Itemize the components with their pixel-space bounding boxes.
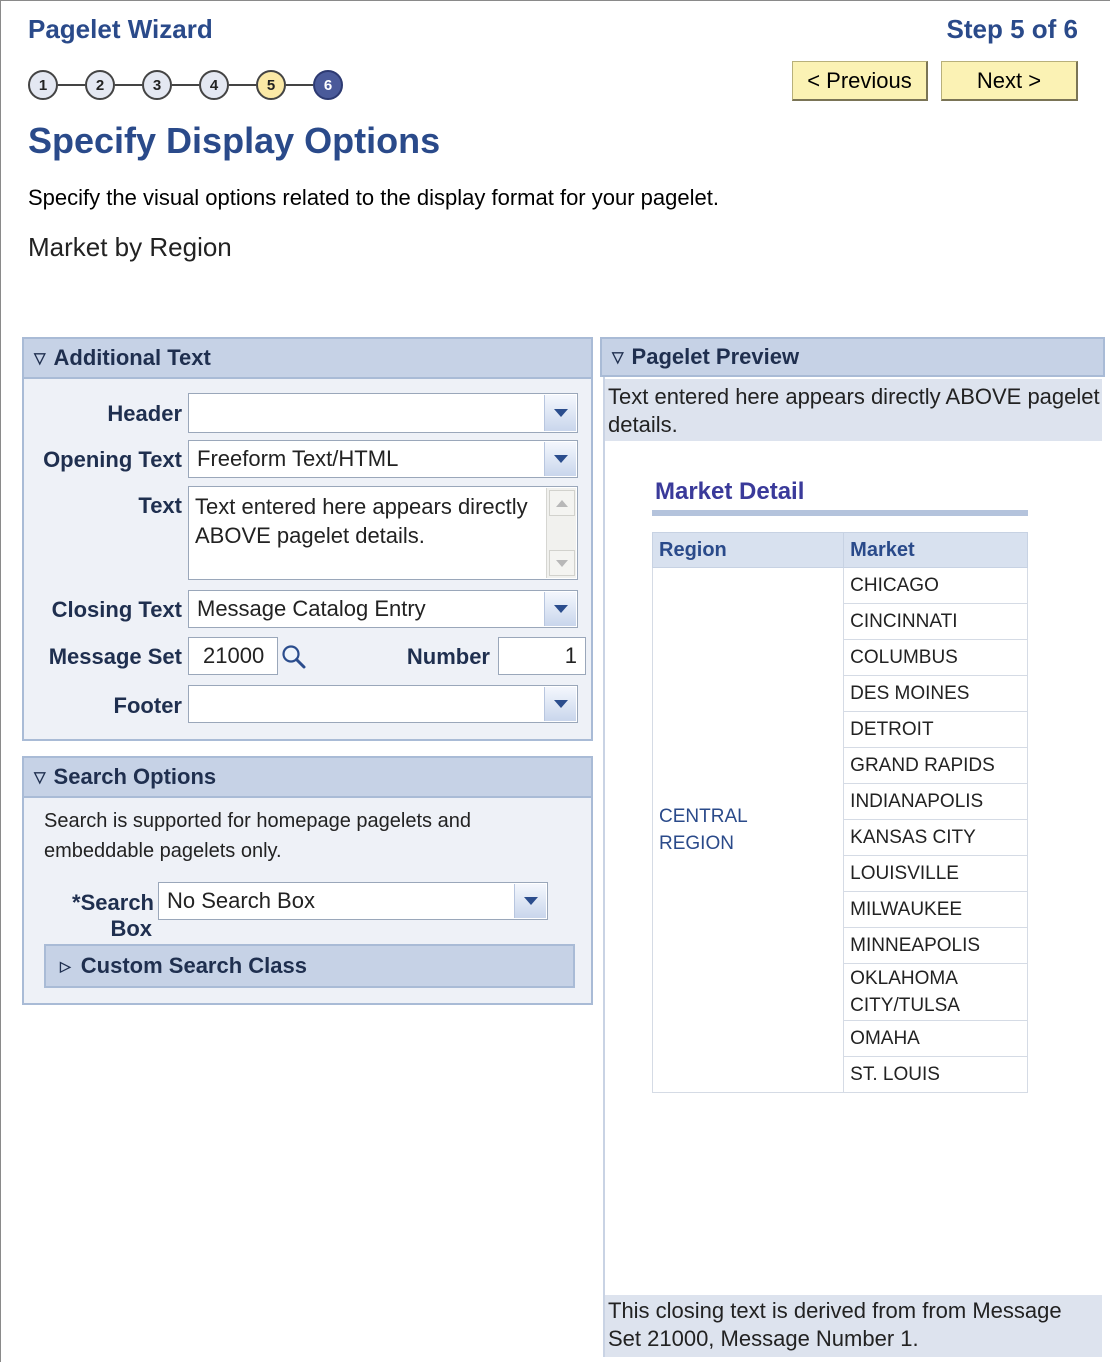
triangle-down-icon[interactable]: ▽	[34, 768, 46, 786]
closing-text-label: Closing Text	[51, 597, 182, 622]
step-indicator-text: Step 5 of 6	[946, 14, 1078, 44]
step-5-current: 5	[256, 70, 286, 100]
wizard-title: Pagelet Wizard	[28, 14, 213, 44]
additional-text-panel: ▽ Additional Text Header Opening Text Fr…	[22, 337, 593, 741]
search-box-select[interactable]: No Search Box	[158, 882, 548, 920]
step-connector	[229, 84, 256, 86]
opening-text-select-value: Freeform Text/HTML	[197, 446, 399, 471]
message-set-input[interactable]: 21000	[188, 637, 278, 675]
step-connector	[115, 84, 142, 86]
market-cell: CINCINNATI	[843, 603, 1028, 640]
pagelet-name: Market by Region	[28, 232, 232, 262]
market-cell: CHICAGO	[843, 567, 1028, 604]
text-label: Text	[138, 493, 182, 518]
market-cell: OMAHA	[843, 1020, 1028, 1057]
closing-text-select-value: Message Catalog Entry	[197, 596, 426, 621]
chevron-down-icon[interactable]	[544, 395, 576, 431]
footer-select[interactable]	[188, 685, 578, 723]
market-cell: MILWAUKEE	[843, 891, 1028, 928]
footer-label: Footer	[113, 693, 182, 718]
region-line1: CENTRAL	[659, 806, 748, 827]
region-line2: REGION	[659, 833, 734, 854]
market-cell: LOUISVILLE	[843, 855, 1028, 892]
text-area-value: Text entered here appears directly ABOVE…	[195, 494, 528, 548]
step-3[interactable]: 3	[142, 70, 172, 100]
search-box-label-line1: *Search	[72, 890, 154, 915]
step-connector	[286, 84, 313, 86]
step-1[interactable]: 1	[28, 70, 58, 100]
additional-text-header-label: Additional Text	[53, 345, 211, 370]
text-area-scrollbar[interactable]	[546, 488, 576, 578]
chevron-down-icon[interactable]	[544, 442, 576, 476]
triangle-right-icon[interactable]: ▷	[60, 958, 71, 975]
header-label: Header	[107, 401, 182, 426]
scroll-up-icon[interactable]	[549, 490, 575, 516]
market-cell: KANSAS CITY	[843, 819, 1028, 856]
magnifier-icon[interactable]	[280, 643, 308, 671]
opening-text-label: Opening Text	[43, 447, 182, 472]
pagelet-preview-body: Text entered here appears directly ABOVE…	[603, 377, 1102, 1357]
search-box-select-value: No Search Box	[167, 888, 315, 913]
step-4[interactable]: 4	[199, 70, 229, 100]
chevron-down-icon[interactable]	[514, 884, 546, 918]
market-cell: DES MOINES	[843, 675, 1028, 712]
closing-text-select[interactable]: Message Catalog Entry	[188, 590, 578, 628]
column-header-region: Region	[651, 532, 845, 568]
number-label: Number	[406, 644, 490, 669]
step-2[interactable]: 2	[85, 70, 115, 100]
opening-text-select[interactable]: Freeform Text/HTML	[188, 440, 578, 478]
search-options-header[interactable]: ▽ Search Options	[24, 758, 591, 798]
custom-search-class-label: Custom Search Class	[80, 953, 307, 978]
previous-button[interactable]: < Previous	[792, 61, 928, 101]
table-row: CENTRAL REGION CHICAGO	[651, 567, 1028, 1093]
market-cell: OKLAHOMA CITY/TULSA	[843, 963, 1028, 1021]
scroll-down-icon[interactable]	[549, 550, 575, 576]
chevron-down-icon[interactable]	[544, 687, 576, 721]
step-connector	[172, 84, 199, 86]
market-cell: DETROIT	[843, 711, 1028, 748]
chevron-down-icon[interactable]	[544, 592, 576, 626]
market-cell: COLUMBUS	[843, 639, 1028, 676]
region-cell: CENTRAL REGION	[651, 567, 845, 1093]
search-options-header-label: Search Options	[53, 764, 217, 789]
step-6[interactable]: 6	[313, 70, 343, 100]
additional-text-header[interactable]: ▽ Additional Text	[24, 339, 591, 379]
next-button[interactable]: Next >	[941, 61, 1078, 101]
search-note-line1: Search is supported for homepage pagelet…	[44, 810, 471, 832]
market-cell: MINNEAPOLIS	[843, 927, 1028, 964]
custom-search-class-toggle[interactable]: ▷ Custom Search Class	[44, 944, 575, 988]
header-select[interactable]	[188, 393, 578, 433]
search-note-line2: embeddable pagelets only.	[44, 840, 282, 862]
market-detail-underline	[652, 510, 1028, 516]
triangle-down-icon[interactable]: ▽	[612, 348, 624, 366]
search-box-label: *Search Box	[44, 890, 154, 942]
page-title: Specify Display Options	[28, 120, 441, 161]
text-area[interactable]: Text entered here appears directly ABOVE…	[188, 486, 578, 580]
preview-closing-text: This closing text is derived from from M…	[605, 1295, 1102, 1357]
search-options-panel: ▽ Search Options Search is supported for…	[22, 756, 593, 1005]
pagelet-preview-header-label: Pagelet Preview	[631, 344, 800, 369]
instructions-text: Specify the visual options related to th…	[28, 185, 719, 210]
pagelet-preview-header[interactable]: ▽ Pagelet Preview	[600, 337, 1105, 377]
number-input[interactable]: 1	[498, 637, 586, 675]
step-connector	[58, 84, 85, 86]
column-header-market: Market	[843, 532, 1028, 568]
market-detail-title: Market Detail	[655, 478, 805, 505]
market-cell: GRAND RAPIDS	[843, 747, 1028, 784]
market-cell: ST. LOUIS	[843, 1056, 1028, 1093]
market-cell: INDIANAPOLIS	[843, 783, 1028, 820]
triangle-down-icon[interactable]: ▽	[34, 349, 46, 367]
step-progress: 1 2 3 4 5 6	[28, 68, 343, 102]
search-box-label-line2: Box	[110, 916, 152, 941]
message-set-label: Message Set	[48, 644, 182, 669]
preview-opening-text: Text entered here appears directly ABOVE…	[605, 379, 1102, 441]
market-detail-table: Region Market CENTRAL REGION CHICAGO CIN…	[651, 532, 1028, 1093]
